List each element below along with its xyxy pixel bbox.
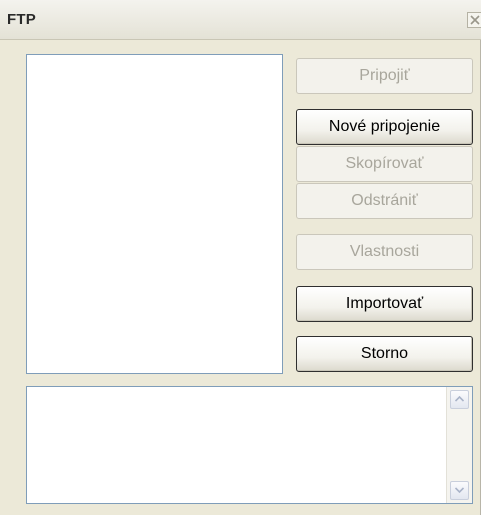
log-textarea[interactable] xyxy=(26,386,473,504)
title-bar[interactable]: FTP xyxy=(0,0,481,40)
connect-button[interactable]: Pripojiť xyxy=(296,58,473,94)
import-button[interactable]: Importovať xyxy=(296,286,473,322)
ftp-dialog: FTP Pripojiť Nové pripojenie Skopírovať … xyxy=(0,0,481,515)
scroll-down-arrow-icon xyxy=(455,487,464,493)
connections-list[interactable] xyxy=(26,54,283,374)
log-scrollbar[interactable] xyxy=(446,387,472,503)
copy-button[interactable]: Skopírovať xyxy=(296,146,473,182)
properties-button[interactable]: Vlastnosti xyxy=(296,234,473,270)
new-connection-button[interactable]: Nové pripojenie xyxy=(296,109,473,145)
close-icon xyxy=(470,15,480,25)
scroll-up-button[interactable] xyxy=(450,390,469,409)
window-title: FTP xyxy=(7,11,36,28)
scroll-up-arrow-icon xyxy=(455,396,464,402)
delete-button[interactable]: Odstrániť xyxy=(296,183,473,219)
scroll-down-button[interactable] xyxy=(450,481,469,500)
cancel-button[interactable]: Storno xyxy=(296,336,473,372)
close-button[interactable] xyxy=(467,12,481,28)
